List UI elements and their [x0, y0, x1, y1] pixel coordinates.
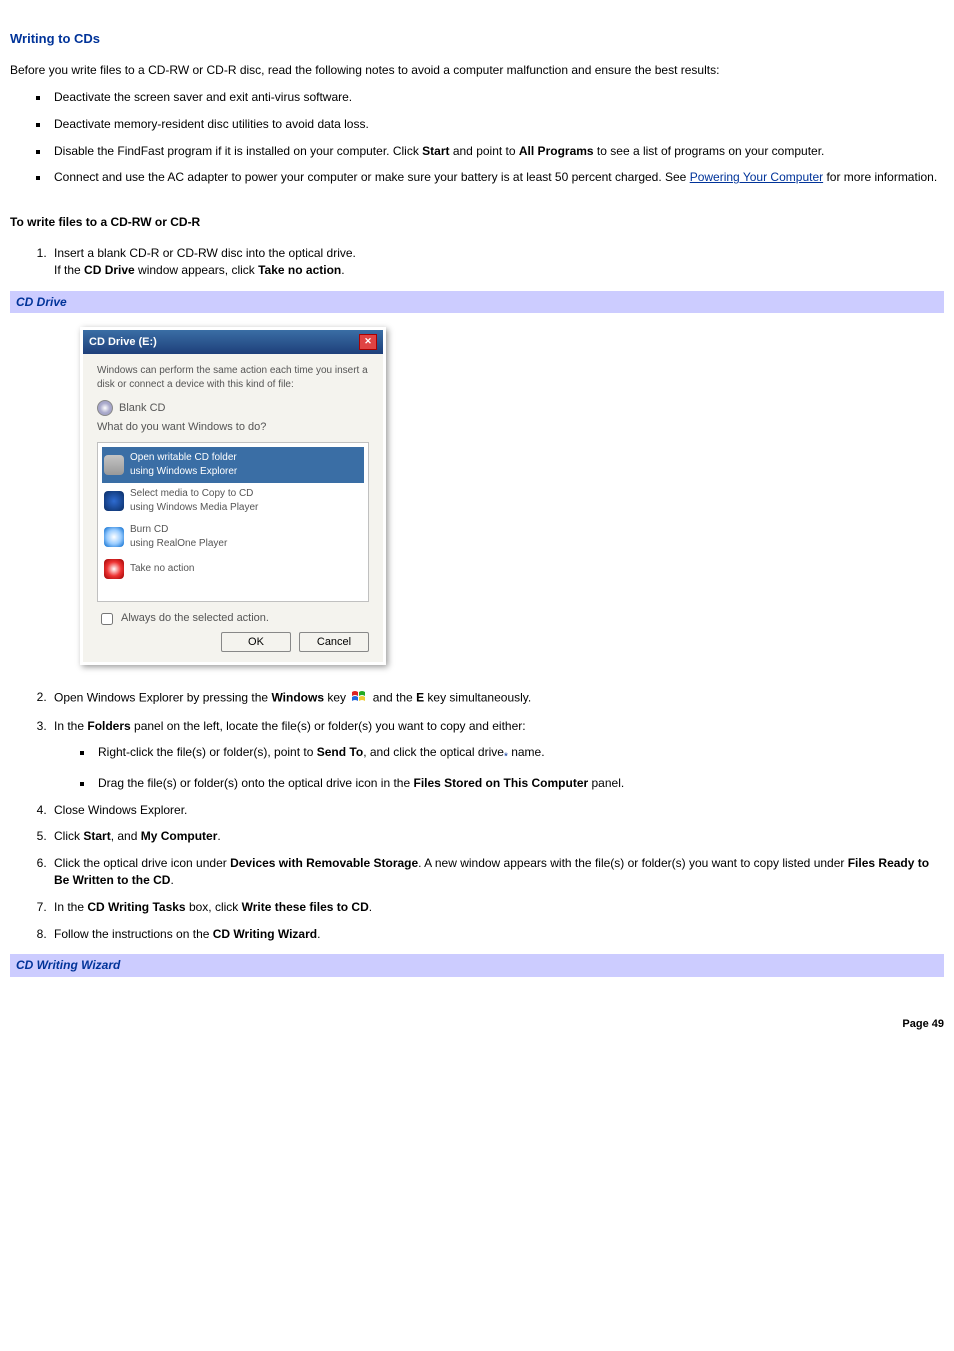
step-item: Click the optical drive icon under Devic…	[50, 855, 944, 889]
media-player-icon	[104, 491, 124, 511]
dialog-option[interactable]: Burn CDusing RealOne Player	[102, 519, 364, 555]
dialog-option[interactable]: Take no action	[102, 555, 364, 583]
step-item: Follow the instructions on the CD Writin…	[50, 926, 944, 943]
step-item: Click Start, and My Computer.	[50, 828, 944, 845]
page-number: Page 49	[10, 1017, 944, 1032]
cd-drive-dialog-figure: CD Drive (E:) ✕ Windows can perform the …	[10, 313, 944, 678]
section-heading: Writing to CDs	[10, 30, 944, 48]
figure-caption-cd-drive: CD Drive	[10, 291, 944, 314]
dialog-option[interactable]: Open writable CD folderusing Windows Exp…	[102, 447, 364, 483]
close-icon[interactable]: ✕	[359, 334, 377, 350]
cancel-button[interactable]: Cancel	[299, 632, 369, 652]
step-item: Insert a blank CD-R or CD-RW disc into t…	[50, 245, 944, 279]
steps-list: Insert a blank CD-R or CD-RW disc into t…	[10, 245, 944, 279]
dialog-title-text: CD Drive (E:)	[89, 335, 157, 350]
realone-icon	[104, 527, 124, 547]
procedure-heading: To write files to a CD-RW or CD-R	[10, 214, 944, 231]
sub-step: Right-click the file(s) or folder(s), po…	[94, 744, 944, 764]
folder-icon	[104, 455, 124, 475]
step-item: In the CD Writing Tasks box, click Write…	[50, 899, 944, 916]
step-item: Open Windows Explorer by pressing the Wi…	[50, 689, 944, 708]
note-item: Connect and use the AC adapter to power …	[50, 169, 944, 186]
cd-drive-dialog: CD Drive (E:) ✕ Windows can perform the …	[80, 327, 386, 664]
dialog-prompt: What do you want Windows to do?	[97, 420, 369, 435]
note-item: Deactivate the screen saver and exit ant…	[50, 89, 944, 106]
sub-step: Drag the file(s) or folder(s) onto the o…	[94, 775, 944, 792]
checkbox-input[interactable]	[101, 613, 113, 625]
dialog-option-list[interactable]: Open writable CD folderusing Windows Exp…	[97, 442, 369, 602]
dialog-titlebar: CD Drive (E:) ✕	[83, 330, 383, 354]
cd-icon	[97, 400, 113, 416]
dialog-option[interactable]: Select media to Copy to CDusing Windows …	[102, 483, 364, 519]
dialog-disc-line: Blank CD	[97, 400, 369, 416]
powering-computer-link[interactable]: Powering Your Computer	[690, 170, 823, 184]
note-item: Disable the FindFast program if it is in…	[50, 143, 944, 160]
no-action-icon	[104, 559, 124, 579]
note-item: Deactivate memory-resident disc utilitie…	[50, 116, 944, 133]
ok-button[interactable]: OK	[221, 632, 291, 652]
step-item: Close Windows Explorer.	[50, 802, 944, 819]
figure-caption-cd-wizard: CD Writing Wizard	[10, 954, 944, 977]
windows-key-icon	[351, 689, 367, 708]
step-item: In the Folders panel on the left, locate…	[50, 718, 944, 792]
notes-list: Deactivate the screen saver and exit ant…	[10, 89, 944, 186]
steps-list-continued: Open Windows Explorer by pressing the Wi…	[10, 689, 944, 943]
intro-paragraph: Before you write files to a CD-RW or CD-…	[10, 62, 944, 79]
dialog-intro: Windows can perform the same action each…	[97, 364, 369, 392]
always-do-checkbox[interactable]: Always do the selected action.	[97, 610, 369, 628]
